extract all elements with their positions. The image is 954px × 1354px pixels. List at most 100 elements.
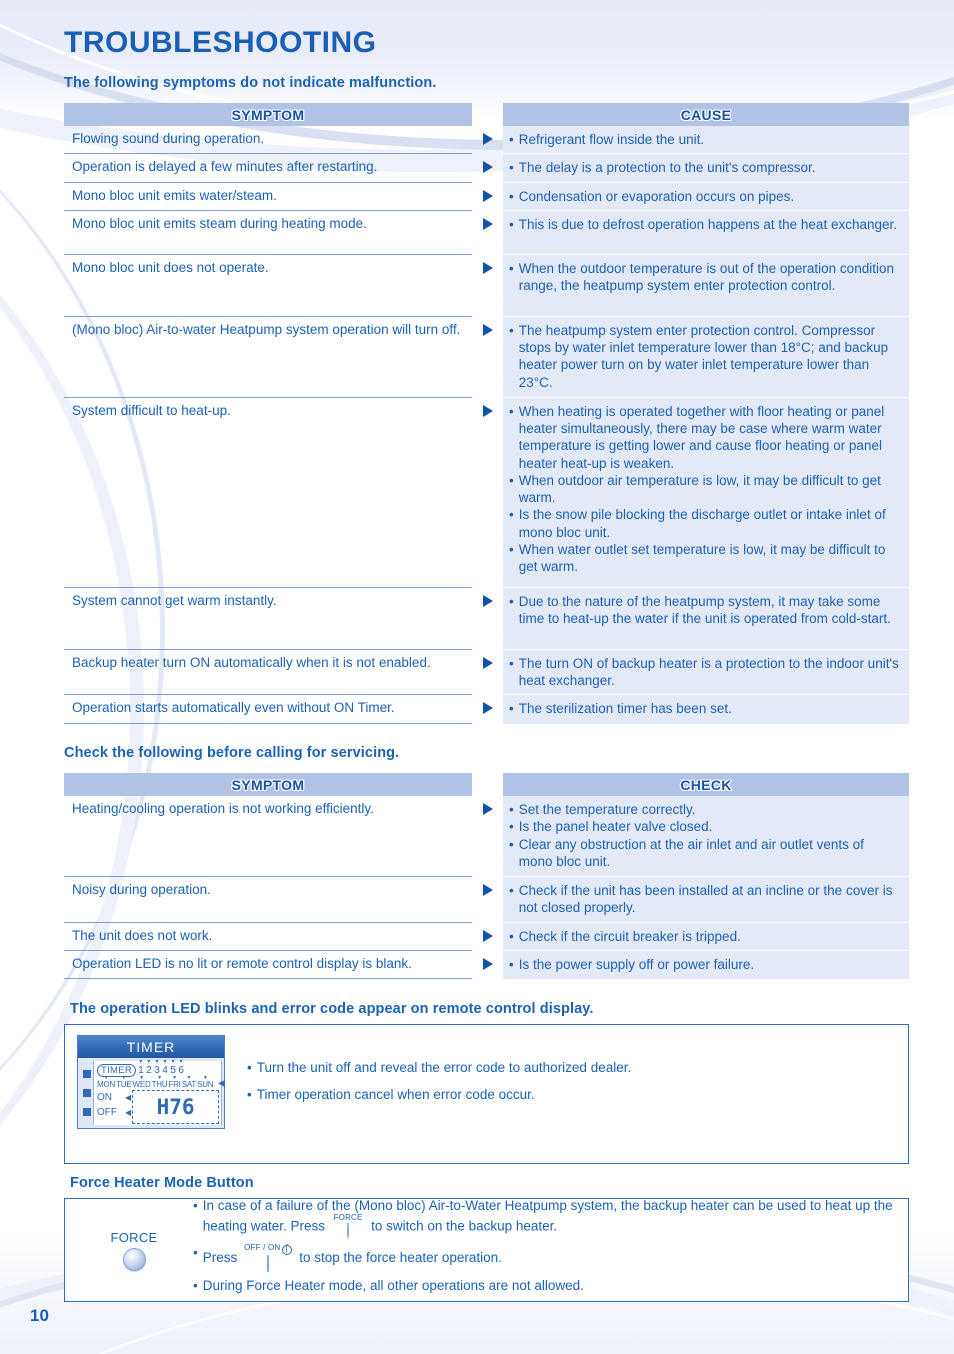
arrow-right-icon: [482, 594, 493, 607]
table-row: (Mono bloc) Air-to-water Heatpump system…: [64, 316, 909, 398]
inline-force-label: FORCE: [333, 1213, 363, 1223]
cause-bullet: • Condensation or evaporation occurs on p…: [509, 188, 901, 205]
inline-force-button-icon[interactable]: FORCE: [327, 1214, 369, 1240]
arrow-cell: [472, 126, 503, 154]
arrow-cell: [472, 317, 503, 398]
table-row: Operation is delayed a few minutes after…: [64, 154, 909, 183]
led-indicator: [82, 1088, 91, 1097]
check-table-header: SYMPTOM CHECK: [64, 773, 909, 796]
bullet-dot-icon: •: [509, 593, 514, 609]
bullet-dot-icon: •: [509, 507, 514, 523]
cause-bullet: • When outdoor air temperature is low, it…: [509, 472, 901, 507]
table-row: Backup heater turn ON automatically when…: [64, 649, 909, 696]
lcd-title: TIMER: [78, 1036, 224, 1058]
cause-bullet: • Due to the nature of the heatpump syste…: [509, 593, 901, 628]
arrow-cell: [472, 398, 503, 588]
force-note-1: • In case of a failure of the (Mono bloc…: [193, 1197, 898, 1240]
force-button-icon[interactable]: [122, 1247, 146, 1271]
arrow-right-icon: [482, 217, 493, 230]
lcd-body: TIMER 123456 MONTUEWEDTHUFRISATSUN ON ◀ …: [78, 1058, 225, 1128]
cause-bullet: • Clear any obstruction at the air inlet …: [509, 836, 901, 871]
force-heater-panel: FORCE • In case of a failure of the (Mon…: [64, 1198, 909, 1302]
table-row: System difficult to heat-up. • When heatin…: [64, 397, 909, 588]
page-number: 10: [30, 1306, 49, 1325]
bullet-dot-icon: •: [509, 655, 514, 671]
bullet-dot-icon: •: [509, 701, 514, 717]
cause-cell: • This is due to defrost operation happen…: [503, 210, 909, 255]
symptom-cell: The unit does not work.: [64, 923, 472, 951]
arrow-right-icon: [482, 404, 493, 417]
led-indicator: [82, 1069, 91, 1078]
lcd-weekday: THU: [152, 1080, 168, 1089]
symptom-cell: Mono bloc unit emits steam during heatin…: [64, 211, 472, 255]
arrow-cell: [472, 650, 503, 696]
bullet-dot-icon: •: [509, 403, 514, 419]
cause-text: Clear any obstruction at the air inlet a…: [518, 836, 864, 869]
error-code-notes: • Turn the unit off and reveal the error …: [247, 1035, 631, 1112]
cause-bullet: • When the outdoor temperature is out of …: [509, 260, 901, 295]
force-heater-button-illustration[interactable]: FORCE: [75, 1230, 193, 1271]
inline-force-knob-icon: [347, 1222, 350, 1240]
table-row: Noisy during operation. • Check if the uni…: [64, 877, 909, 923]
cause-text: When the outdoor temperature is out of t…: [518, 260, 894, 294]
cause-bullet: • Is the snow pile blocking the discharge…: [509, 506, 901, 541]
cause-cell: • Is the power supply off or power failur…: [503, 950, 909, 980]
cause-cell: • Refrigerant flow inside the unit.: [503, 126, 909, 155]
cause-text: Is the snow pile blocking the discharge …: [518, 507, 886, 540]
cause-text: This is due to defrost operation happens…: [518, 216, 897, 232]
arrow-right-icon: [482, 261, 493, 274]
table-row: Flowing sound during operation. • Refriger…: [64, 126, 909, 155]
inline-offon-button-icon[interactable]: OFF / ON ⎡: [239, 1244, 297, 1273]
symptoms-table-body: Flowing sound during operation. • Refriger…: [64, 126, 909, 724]
check-table: SYMPTOM CHECK Heating/cooling operation …: [64, 773, 909, 980]
column-header-gap: [472, 103, 503, 126]
check-table-body: Heating/cooling operation is not working…: [64, 796, 909, 980]
lcd-weekday: SUN: [197, 1080, 214, 1089]
error-note: • Turn the unit off and reveal the error …: [247, 1059, 631, 1077]
lcd-indicator-leds: [80, 1061, 93, 1125]
force-note-1-part2: to switch on the backup heater.: [371, 1218, 558, 1234]
error-note-text: Timer operation cancel when error code o…: [256, 1086, 535, 1102]
bullet-dot-icon: •: [509, 132, 514, 147]
symptom-cell: Mono bloc unit emits water/steam.: [64, 183, 472, 211]
bullet-dot-icon: •: [193, 1245, 198, 1260]
lcd-timer-number: 2: [146, 1065, 152, 1076]
cause-text: Is the panel heater valve closed.: [518, 819, 713, 835]
table-row: Mono bloc unit does not operate. • When th…: [64, 254, 909, 317]
bullet-dot-icon: •: [509, 260, 514, 276]
lcd-timer-number: 6: [178, 1065, 184, 1076]
lcd-timer-number: 1: [138, 1065, 144, 1076]
symptom-cell: Heating/cooling operation is not working…: [64, 796, 472, 877]
table-row: Heating/cooling operation is not working…: [64, 796, 909, 877]
cause-text: The turn ON of backup heater is a protec…: [518, 655, 899, 689]
section-heading-error-code: The operation LED blinks and error code …: [70, 1001, 594, 1017]
lcd-timer-number: 5: [170, 1065, 176, 1076]
arrow-right-icon: [482, 702, 493, 715]
lcd-weekday-row: MONTUEWEDTHUFRISATSUN: [97, 1080, 219, 1089]
symptom-cell: Backup heater turn ON automatically when…: [64, 650, 472, 696]
arrow-cell: [472, 877, 503, 923]
cause-bullet: • Is the power supply off or power failur…: [509, 956, 901, 973]
column-header-cause: CAUSE: [503, 103, 909, 126]
cause-cell: • Check if the circuit breaker is tripped…: [503, 922, 909, 951]
symptoms-table-header: SYMPTOM CAUSE: [64, 103, 909, 126]
bullet-dot-icon: •: [509, 188, 514, 204]
cause-bullet: • The turn ON of backup heater is a prote…: [509, 655, 901, 690]
arrow-cell: [472, 183, 503, 211]
lcd-weekday: MON: [97, 1080, 115, 1089]
lcd-off-label: OFF: [97, 1107, 117, 1118]
cause-text: Due to the nature of the heatpump system…: [518, 593, 891, 627]
cause-text: Condensation or evaporation occurs on pi…: [518, 188, 795, 204]
symptom-cell: Operation starts automatically even with…: [64, 695, 472, 724]
arrow-cell: [472, 255, 503, 317]
cause-text: When water outlet set temperature is low…: [518, 541, 886, 575]
table-row: Operation starts automatically even with…: [64, 695, 909, 724]
arrow-cell: [472, 796, 503, 877]
arrow-right-icon: [482, 929, 493, 942]
arrow-cell: [472, 588, 503, 650]
arrow-right-icon: [482, 133, 493, 145]
force-note-3: • During Force Heater mode, all other op…: [193, 1277, 898, 1295]
arrow-cell: [472, 211, 503, 255]
bullet-dot-icon: •: [509, 541, 514, 557]
table-row: Operation LED is no lit or remote contro…: [64, 950, 909, 980]
